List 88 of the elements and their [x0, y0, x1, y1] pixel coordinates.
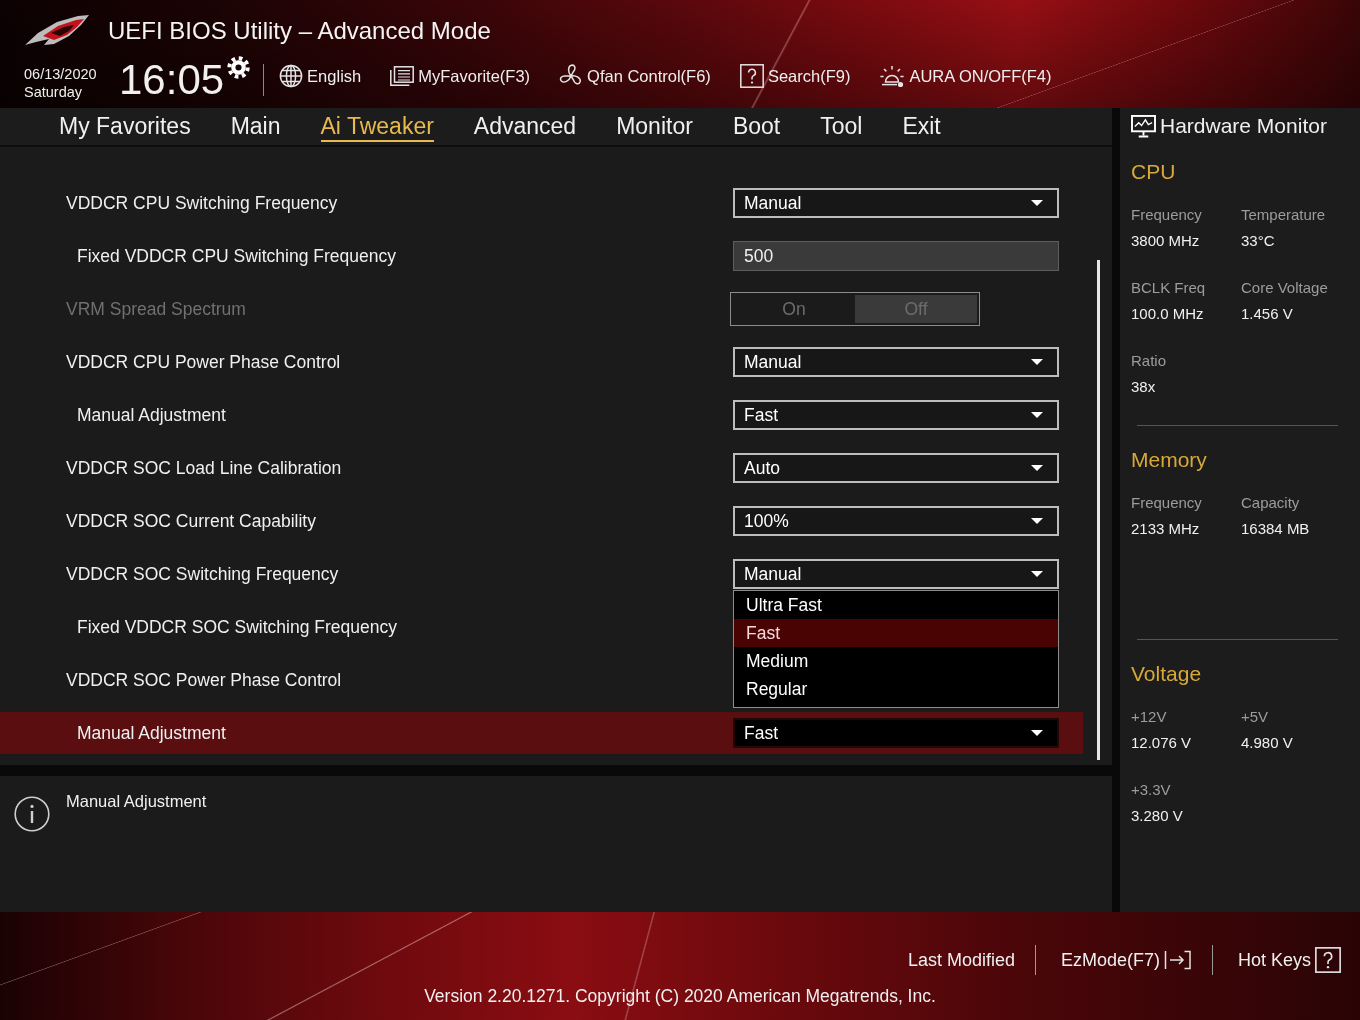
logo-icon [24, 14, 90, 48]
monitor-label: +5V [1241, 707, 1269, 727]
tab[interactable]: My Favorites [59, 113, 191, 142]
exit-arrow-icon [1163, 949, 1192, 971]
setting-label[interactable]: VDDCR SOC Power Phase Control [66, 669, 656, 691]
monitor-value: 3800 MHz [1131, 231, 1200, 251]
toolbar-button[interactable]: Qfan Control(F6) [559, 64, 711, 88]
menu-option[interactable]: Regular [734, 675, 1058, 703]
window-title: UEFI BIOS Utility – Advanced Mode [108, 17, 491, 45]
panel-title: Hardware Monitor [1160, 114, 1327, 138]
tab[interactable]: Advanced [473, 113, 577, 142]
caret-icon [1031, 730, 1043, 736]
caret-icon [1031, 412, 1043, 418]
section-title: Memory [1131, 447, 1207, 473]
setting-label[interactable]: VDDCR SOC Current Capability [66, 510, 656, 532]
dropdown[interactable]: Fast [733, 718, 1059, 748]
caret-icon [1031, 200, 1043, 206]
toolbar-button[interactable]: AURA ON/OFF(F4) [879, 64, 1052, 88]
monitor-value: 3.280 V [1131, 806, 1183, 826]
footer-button[interactable]: EzMode(F7) [1060, 949, 1192, 971]
help-text: Manual Adjustment [66, 792, 207, 811]
scrollbar[interactable] [1097, 260, 1100, 760]
caret-icon [1031, 518, 1043, 524]
caret-icon [1031, 359, 1043, 365]
dropdown[interactable]: Manual [733, 188, 1059, 218]
setting-label[interactable]: Manual Adjustment [77, 722, 667, 744]
monitor-value: 12.076 V [1131, 733, 1192, 753]
question-box-icon [739, 64, 764, 88]
caret-icon [1031, 571, 1043, 577]
monitor-value: 33°C [1241, 231, 1275, 251]
tab[interactable]: Ai Tweaker [320, 113, 434, 142]
dropdown[interactable]: Manual [733, 347, 1059, 377]
dropdown[interactable]: Fast [733, 400, 1059, 430]
version-text: Version 2.20.1271. Copyright (C) 2020 American Megatrends, Inc. [424, 985, 936, 1008]
monitor-value: 4.980 V [1241, 733, 1293, 753]
monitor-label: BCLK Freq [1131, 278, 1206, 298]
monitor-value: 16384 MB [1241, 519, 1310, 539]
monitor-label: +3.3V [1131, 780, 1171, 800]
setting-label[interactable]: Fixed VDDCR CPU Switching Frequency [77, 245, 667, 267]
weekday-text: Saturday [24, 83, 83, 101]
tab[interactable]: Tool [820, 113, 863, 142]
fan-icon [559, 64, 584, 88]
clock-time: 16:05 [119, 58, 225, 102]
question-box-icon [1315, 947, 1341, 973]
tab[interactable]: Main [230, 113, 281, 142]
section-title: Voltage [1131, 661, 1202, 687]
toolbar-button[interactable]: Search(F9) [739, 64, 851, 88]
tab[interactable]: Boot [732, 113, 781, 142]
menu-option[interactable]: Ultra Fast [734, 591, 1058, 619]
monitor-value: 2133 MHz [1131, 519, 1200, 539]
monitor-label: Temperature [1241, 205, 1326, 225]
globe-icon [279, 64, 304, 88]
dropdown[interactable]: Manual [733, 559, 1059, 589]
menu-option[interactable]: Fast [734, 619, 1058, 647]
monitor-label: Frequency [1131, 493, 1202, 513]
monitor-value: 38x [1131, 377, 1156, 397]
setting-label[interactable]: VDDCR SOC Switching Frequency [66, 563, 656, 585]
tab[interactable]: Monitor [616, 113, 693, 142]
gear-icon[interactable] [227, 56, 251, 79]
toolbar-button[interactable]: English [279, 64, 362, 88]
monitor-value: 1.456 V [1241, 304, 1293, 324]
dropdown[interactable]: 100% [733, 506, 1059, 536]
footer-button[interactable]: Last Modified [907, 949, 1015, 971]
dropdown[interactable]: Auto [733, 453, 1059, 483]
monitor-value: 100.0 MHz [1131, 304, 1204, 324]
list-icon [390, 66, 415, 86]
caret-icon [1031, 465, 1043, 471]
footer-button[interactable]: Hot Keys [1237, 947, 1341, 973]
monitor-label: Core Voltage [1241, 278, 1328, 298]
setting-label[interactable]: Fixed VDDCR SOC Switching Frequency [77, 616, 667, 638]
monitor-icon [1131, 114, 1156, 138]
monitor-label: Capacity [1241, 493, 1300, 513]
toolbar-button[interactable]: MyFavorite(F3) [390, 64, 531, 88]
monitor-label: Ratio [1131, 351, 1167, 371]
selected-row[interactable]: Manual Adjustment Fast [0, 712, 1083, 754]
tab[interactable]: Exit [902, 113, 941, 142]
menu-option[interactable]: Medium [734, 647, 1058, 675]
date-text: 06/13/2020 [24, 65, 97, 83]
setting-label[interactable]: Manual Adjustment [77, 404, 667, 426]
section-title: CPU [1131, 159, 1176, 185]
number-field[interactable]: 500 [733, 241, 1059, 271]
setting-label[interactable]: VDDCR CPU Switching Frequency [66, 192, 656, 214]
monitor-label: +12V [1131, 707, 1167, 727]
setting-label[interactable]: VDDCR SOC Load Line Calibration [66, 457, 656, 479]
info-icon [14, 796, 50, 832]
setting-label[interactable]: VDDCR CPU Power Phase Control [66, 351, 656, 373]
lamp-icon [879, 64, 906, 88]
monitor-label: Frequency [1131, 205, 1202, 225]
